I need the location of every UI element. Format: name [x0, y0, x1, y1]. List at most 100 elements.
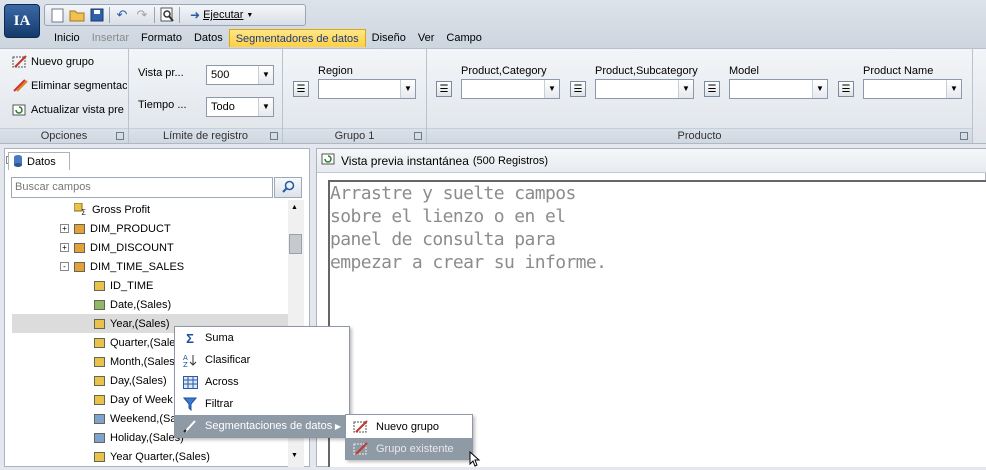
tree-item[interactable]: - DIM_TIME_SALES [12, 257, 288, 276]
opciones-label: Opciones [40, 130, 88, 142]
tree-item-label: DIM_PRODUCT [90, 222, 171, 235]
field-icon [94, 451, 105, 462]
actualizar-vista-button[interactable]: Actualizar vista pre [12, 103, 127, 117]
field-icon [94, 356, 105, 367]
ribbon-group-grupo1: Region ☰ ▼ Grupo 1 [283, 49, 427, 143]
model-select[interactable]: ▼ [729, 79, 828, 99]
new-group-icon [12, 55, 28, 69]
search-fields-input[interactable]: Buscar campos [11, 177, 273, 198]
print-preview-icon[interactable] [159, 7, 175, 23]
chevron-down-icon: ▼ [678, 80, 693, 98]
run-button[interactable]: ➜ Ejecutar ▼ [190, 8, 253, 22]
tree-item[interactable]: + DIM_DISCOUNT [12, 238, 288, 257]
ribbon-group-opciones: Nuevo grupo Eliminar segmentac Actualiza… [0, 49, 129, 143]
preview-title: Vista previa instantánea [341, 153, 469, 168]
tiempo-label: Tiempo ... [138, 99, 187, 111]
list-options-icon[interactable]: ☰ [293, 81, 309, 97]
ribbon-group-limite: Vista pr... 500 ▼ Tiempo ... Todo ▼ Lími… [129, 49, 283, 143]
chevron-down-icon: ▼ [400, 80, 415, 98]
tree-item-label: ID_TIME [110, 279, 154, 292]
submenu: Nuevo grupo Grupo existente [345, 414, 473, 460]
collapse-icon[interactable]: - [60, 262, 69, 271]
list-options-icon[interactable]: ☰ [570, 81, 586, 97]
field-icon [94, 413, 105, 424]
context-menu: Σ Suma AZ Clasificar Across Filtrar Segm… [174, 326, 350, 438]
dialog-launcher-icon[interactable] [116, 132, 124, 140]
product-name-select[interactable]: ▼ [863, 79, 962, 99]
vista-previa-value: 500 [211, 69, 230, 81]
tab-formato[interactable]: Formato [135, 29, 188, 47]
database-icon [13, 154, 23, 170]
vista-previa-select[interactable]: 500 ▼ [206, 65, 274, 85]
group-label-grupo1: Grupo 1 [283, 128, 426, 143]
chevron-down-icon: ▼ [812, 80, 827, 98]
tree-item[interactable]: + DIM_PRODUCT [12, 219, 288, 238]
submenu-arrow-icon: ▶ [334, 421, 341, 431]
submenu-item-nuevo-grupo[interactable]: Nuevo grupo [346, 416, 472, 437]
tree-item-label: DIM_TIME_SALES [90, 260, 185, 273]
mouse-cursor-icon [469, 450, 481, 467]
list-options-icon[interactable]: ☰ [704, 81, 720, 97]
product-name-label: Product Name [863, 65, 934, 77]
save-icon[interactable] [89, 7, 105, 23]
menu-item-segmentaciones[interactable]: Segmentaciones de datos ▶ [175, 415, 349, 437]
menu-item-suma[interactable]: Σ Suma [175, 327, 349, 349]
menu-item-clasificar[interactable]: AZ Clasificar [175, 349, 349, 371]
tab-insertar[interactable]: Insertar [86, 29, 135, 47]
field-icon [94, 375, 105, 386]
scrollbar-thumb[interactable] [289, 234, 302, 254]
nuevo-grupo-button[interactable]: Nuevo grupo [12, 55, 94, 69]
dialog-launcher-icon[interactable] [270, 132, 278, 140]
dimension-icon [74, 261, 85, 272]
tab-diseno[interactable]: Diseño [366, 29, 412, 47]
menu-item-across[interactable]: Across [175, 371, 349, 393]
undo-icon[interactable]: ↶ [114, 7, 130, 23]
app-menu-button[interactable]: IA [4, 4, 40, 38]
existing-group-icon [346, 441, 376, 456]
eliminar-label: Eliminar segmentac [31, 80, 127, 92]
chevron-down-icon: ▼ [258, 98, 273, 116]
expand-icon[interactable]: + [60, 243, 69, 252]
tree-item-label: Date,(Sales) [110, 298, 172, 311]
submenu-item-label: Grupo existente [376, 442, 454, 455]
ribbon: Nuevo grupo Eliminar segmentac Actualiza… [0, 48, 986, 144]
dialog-launcher-icon[interactable] [960, 132, 968, 140]
tree-item[interactable]: Date,(Sales) [12, 295, 288, 314]
open-folder-icon[interactable] [69, 7, 85, 23]
dimension-icon [74, 223, 85, 234]
tree-item[interactable]: Σ Gross Profit [12, 200, 288, 219]
subcategory-select[interactable]: ▼ [595, 79, 694, 99]
tree-item[interactable]: Year Quarter,(Sales) [12, 447, 288, 466]
eliminar-segmentacion-button[interactable]: Eliminar segmentac [12, 79, 127, 93]
tab-campo[interactable]: Campo [440, 29, 487, 47]
scroll-up-icon[interactable]: ▲ [291, 204, 298, 211]
scroll-down-icon[interactable]: ▼ [291, 452, 298, 459]
sort-az-icon: AZ [175, 353, 205, 368]
sigma-icon: Σ [186, 330, 194, 346]
tab-segmentadores[interactable]: Segmentadores de datos [228, 29, 366, 47]
tree-item-label: Year Quarter,(Sales) [110, 450, 210, 463]
expand-icon[interactable]: + [60, 224, 69, 233]
tree-item-label: Day,(Sales) [110, 374, 167, 387]
tab-ver[interactable]: Ver [412, 29, 441, 47]
region-select[interactable]: ▼ [318, 79, 416, 99]
list-options-icon[interactable]: ☰ [838, 81, 854, 97]
tiempo-select[interactable]: Todo ▼ [206, 97, 274, 117]
subcategory-label: Product,Subcategory [595, 65, 698, 77]
dialog-launcher-icon[interactable] [414, 132, 422, 140]
tree-item[interactable]: ID_TIME [12, 276, 288, 295]
data-panel-title: Datos [27, 155, 56, 168]
producto-label: Producto [677, 130, 722, 142]
search-button[interactable] [274, 177, 302, 198]
tree-item-label: Holiday,(Sales) [110, 431, 184, 444]
category-select[interactable]: ▼ [461, 79, 560, 99]
toolbar-separator [109, 7, 110, 23]
tab-inicio[interactable]: Inicio [48, 29, 86, 47]
menu-item-filtrar[interactable]: Filtrar [175, 393, 349, 415]
tab-datos[interactable]: Datos [188, 29, 229, 47]
redo-icon[interactable]: ↷ [134, 7, 150, 23]
submenu-item-grupo-existente[interactable]: Grupo existente [346, 438, 472, 459]
preview-panel-header: Vista previa instantánea (500 Registros) [317, 149, 986, 173]
new-document-icon[interactable] [49, 7, 65, 23]
list-options-icon[interactable]: ☰ [436, 81, 452, 97]
